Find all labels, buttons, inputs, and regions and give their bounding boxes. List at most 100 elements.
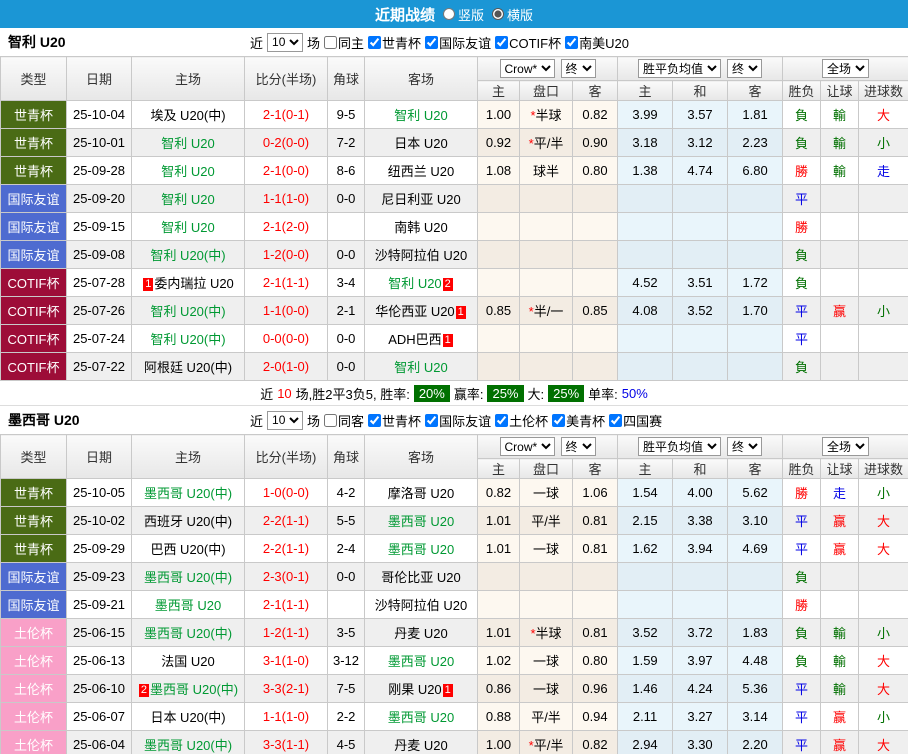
away-team-cell[interactable]: 刚果 U20 1 [364,674,478,703]
same-venue-checkbox[interactable] [324,35,338,49]
away-team-cell[interactable]: 墨西哥 U20 [364,646,478,675]
home-team-cell[interactable]: 智利 U20(中) [131,296,245,325]
same-venue-filter[interactable]: 同客 [324,411,364,430]
vertical-radio[interactable] [442,8,455,20]
odds-home-cell: 1.01 [477,506,520,535]
away-team-cell[interactable]: 丹麦 U20 [364,618,478,647]
layout-radio-horizontal[interactable]: 横版 [492,5,533,24]
match-count-select[interactable]: 10 [267,32,304,52]
odds-stage-select[interactable]: 终 [560,59,596,78]
away-team-cell[interactable]: 纽西兰 U20 [364,156,478,185]
away-team-cell[interactable]: 丹麦 U20 [364,730,478,754]
horizontal-radio[interactable] [492,8,504,20]
home-team-cell[interactable]: 阿根廷 U20(中) [131,352,245,381]
away-team-cell[interactable]: 尼日利亚 U20 [364,184,478,213]
away-team-cell[interactable]: 智利 U20 2 [364,268,478,297]
away-team-cell[interactable]: 南韩 U20 [364,212,478,241]
sub-odds-away: 客 [571,458,619,479]
mean-select[interactable]: 胜平负均值 [638,437,722,456]
home-team-cell[interactable]: 智利 U20 [131,184,245,213]
same-venue-filter[interactable]: 同主 [324,33,364,52]
goals-result-cell [858,562,908,591]
layout-radio-vertical[interactable]: 竖版 [442,5,484,24]
home-team-cell[interactable]: 智利 U20(中) [131,324,245,353]
corner-cell: 3-5 [327,618,365,647]
home-team-cell[interactable]: 墨西哥 U20(中) [131,730,245,754]
home-team-cell[interactable]: 墨西哥 U20 [131,590,245,619]
away-team-name: 华伦西亚 U20 [375,304,455,319]
home-team-cell[interactable]: 墨西哥 U20(中) [131,478,245,507]
home-team-cell[interactable]: 1 委内瑞拉 U20 [131,268,245,297]
away-team-cell[interactable]: 沙特阿拉伯 U20 [364,590,478,619]
odds-home-cell: 1.00 [477,730,520,754]
red-card-badge: 2 [138,684,149,697]
away-team-cell[interactable]: 华伦西亚 U20 1 [364,296,478,325]
odds-stage-select[interactable]: 终 [560,437,596,456]
competition-filter[interactable]: 四国赛 [609,411,662,430]
competition-filter[interactable]: 南美U20 [565,33,629,52]
home-team-cell[interactable]: 墨西哥 U20(中) [131,562,245,591]
competition-filter[interactable]: 国际友谊 [425,33,491,52]
bookmaker-select[interactable]: Crow* [499,59,555,78]
away-team-cell[interactable]: ADH巴西 1 [364,324,478,353]
competition-checkbox[interactable] [609,413,623,427]
competition-checkbox[interactable] [425,35,439,49]
competition-checkbox[interactable] [425,413,439,427]
odds-away-cell [571,268,619,297]
home-team-cell[interactable]: 巴西 U20(中) [131,534,245,563]
single-rate-value: 50% [621,385,648,401]
away-team-cell[interactable]: 墨西哥 U20 [364,534,478,563]
competition-filter[interactable]: 世青杯 [368,411,421,430]
goals-result-cell [858,240,908,269]
col-date: 日期 [66,56,132,101]
odds-away-cell [571,562,619,591]
competition-checkbox[interactable] [368,35,382,49]
competition-filter[interactable]: 国际友谊 [425,411,491,430]
home-team-cell[interactable]: 智利 U20 [131,212,245,241]
competition-checkbox[interactable] [368,413,382,427]
away-team-cell[interactable]: 日本 U20 [364,128,478,157]
home-team-cell[interactable]: 智利 U20 [131,156,245,185]
home-team-cell[interactable]: 埃及 U20(中) [131,100,245,129]
match-count-select[interactable]: 10 [267,410,304,430]
near-label: 近 [250,413,264,429]
home-team-cell[interactable]: 墨西哥 U20(中) [131,618,245,647]
same-venue-checkbox[interactable] [324,413,338,427]
odds-home-cell [477,352,520,381]
away-team-cell[interactable]: 哥伦比亚 U20 [364,562,478,591]
sub-result: 胜负 [782,458,822,479]
home-team-cell[interactable]: 智利 U20 [131,128,245,157]
corner-cell: 4-2 [327,478,365,507]
competition-filter[interactable]: 土伦杯 [495,411,548,430]
sub-handicap-result: 让球 [820,458,860,479]
away-team-cell[interactable]: 沙特阿拉伯 U20 [364,240,478,269]
away-team-cell[interactable]: 智利 U20 [364,352,478,381]
away-team-cell[interactable]: 墨西哥 U20 [364,702,478,731]
competition-filter[interactable]: 美青杯 [552,411,605,430]
mean-stage-select[interactable]: 终 [727,59,763,78]
corner-cell: 9-5 [327,100,365,129]
handicap-result-cell [820,562,860,591]
competition-checkbox[interactable] [495,413,509,427]
scope-select[interactable]: 全场 [822,437,870,456]
scope-select[interactable]: 全场 [822,59,870,78]
home-team-cell[interactable]: 2 墨西哥 U20(中) [131,674,245,703]
competition-filter[interactable]: COTIF杯 [495,33,561,52]
handicap-cell [519,352,573,381]
competition-checkbox[interactable] [495,35,509,49]
home-team-cell[interactable]: 法国 U20 [131,646,245,675]
mean-stage-select[interactable]: 终 [727,437,763,456]
bookmaker-select[interactable]: Crow* [499,437,555,456]
mean-select[interactable]: 胜平负均值 [638,59,722,78]
away-team-cell[interactable]: 智利 U20 [364,100,478,129]
competition-checkbox[interactable] [565,35,579,49]
competition-checkbox[interactable] [552,413,566,427]
away-team-cell[interactable]: 摩洛哥 U20 [364,478,478,507]
away-team-cell[interactable]: 墨西哥 U20 [364,506,478,535]
type-cell: COTIF杯 [0,296,67,325]
home-team-cell[interactable]: 智利 U20(中) [131,240,245,269]
home-team-cell[interactable]: 日本 U20(中) [131,702,245,731]
competition-filter[interactable]: 世青杯 [368,33,421,52]
home-team-cell[interactable]: 西班牙 U20(中) [131,506,245,535]
type-cell: 世青杯 [0,534,67,563]
